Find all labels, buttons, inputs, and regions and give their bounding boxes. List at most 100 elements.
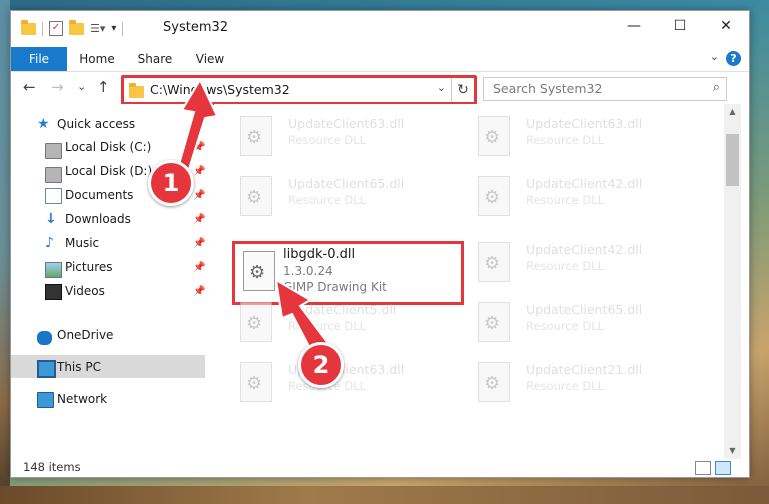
file-description: GIMP Drawing Kit — [283, 280, 387, 294]
pc-icon — [37, 360, 56, 378]
search-input[interactable]: Search System32 — [493, 81, 602, 96]
window-title: System32 — [163, 20, 229, 35]
callout-badge-1: 1 — [148, 160, 194, 206]
file-item[interactable]: UpdateClient21.dll Resource DLL — [464, 354, 694, 408]
address-bar[interactable]: C:\Windows\System32 ⌄ ↻ — [121, 75, 477, 105]
forward-button[interactable]: → — [51, 78, 64, 96]
tab-file[interactable]: File — [11, 47, 67, 71]
file-description: Resource DLL — [288, 319, 367, 333]
dll-file-icon — [240, 362, 272, 402]
navigation-pane: ★ Quick access Local Disk (C:) 📌 Local D… — [11, 104, 205, 459]
file-description: Resource DLL — [526, 193, 605, 207]
navigation-bar: ← → ⌄ ↑ C:\Windows\System32 ⌄ ↻ Search S… — [11, 72, 749, 105]
properties-icon[interactable]: ✓ — [49, 21, 63, 36]
file-description: Resource DLL — [526, 319, 605, 333]
file-description: Resource DLL — [526, 133, 605, 147]
music-icon: ♪ — [45, 235, 54, 251]
large-icons-view-icon[interactable] — [715, 461, 731, 475]
callout-badge-2: 2 — [298, 342, 344, 388]
file-name: UpdateClient63.dll — [288, 116, 405, 131]
videos-icon — [45, 284, 62, 300]
dll-file-icon — [478, 362, 510, 402]
folder-icon — [129, 83, 144, 98]
file-name: libgdk-0.dll — [283, 247, 356, 262]
pin-icon[interactable]: 📌 — [193, 166, 205, 177]
file-item[interactable]: UpdateClient63.dll Resource DLL — [226, 108, 456, 162]
taskbar-edge — [0, 486, 769, 504]
file-item[interactable]: UpdateClient65.dll Resource DLL — [464, 294, 694, 348]
back-button[interactable]: ← — [23, 78, 36, 96]
pin-icon[interactable]: 📌 — [193, 190, 205, 201]
pin-icon[interactable]: 📌 — [193, 142, 205, 153]
dll-file-icon — [478, 302, 510, 342]
toolbar-dropdown-icon[interactable]: ▾ — [111, 23, 116, 34]
recent-locations-button[interactable]: ⌄ — [77, 80, 86, 93]
desktop-background — [0, 0, 10, 504]
toolbar-divider — [42, 21, 43, 36]
scroll-down-icon[interactable]: ▼ — [724, 443, 741, 459]
file-description: Resource DLL — [526, 379, 605, 393]
minimize-button[interactable]: — — [611, 11, 657, 41]
sidebar-item-label: Local Disk (C:) — [65, 140, 152, 154]
file-item[interactable]: UpdateClient42.dll Resource DLL — [464, 234, 694, 288]
sidebar-item-label: OneDrive — [57, 328, 114, 342]
new-folder-icon[interactable] — [69, 19, 84, 35]
quick-access-toolbar: ✓ ☰▾ ▾ — [21, 19, 124, 36]
refresh-button[interactable]: ↻ — [451, 78, 474, 102]
file-item[interactable]: UpdateClient63.dll Resource DLL — [464, 108, 694, 162]
file-description: Resource DLL — [288, 193, 367, 207]
disk-icon — [45, 167, 62, 183]
file-item[interactable]: UpdateClient42.dll Resource DLL — [464, 168, 694, 222]
tab-view[interactable]: View — [187, 47, 233, 71]
status-bar: 148 items — [11, 459, 749, 477]
sidebar-item-label: Documents — [65, 188, 134, 202]
sidebar-item-label: Downloads — [65, 212, 131, 226]
search-box[interactable]: Search System32 ⌕ — [483, 77, 727, 101]
up-button[interactable]: ↑ — [97, 78, 110, 96]
dll-file-icon — [478, 176, 510, 216]
close-button[interactable]: ✕ — [703, 11, 749, 41]
file-name: UpdateClient65.dll — [526, 302, 643, 317]
dll-file-icon — [478, 116, 510, 156]
file-item[interactable]: UpdateClient5.dll Resource DLL — [226, 294, 456, 348]
search-icon[interactable]: ⌕ — [713, 80, 720, 95]
file-name: UpdateClient42.dll — [526, 176, 643, 191]
details-view-icon[interactable] — [695, 461, 711, 475]
file-name: UpdateClient21.dll — [526, 362, 643, 377]
sidebar-item-label: Quick access — [57, 117, 136, 131]
customize-toolbar-icon[interactable]: ☰▾ — [90, 22, 105, 35]
expand-ribbon-icon[interactable]: ⌄ — [710, 50, 719, 63]
documents-icon — [45, 188, 62, 204]
title-bar: ✓ ☰▾ ▾ System32 — ☐ ✕ — [11, 11, 749, 47]
address-dropdown-icon[interactable]: ⌄ — [437, 81, 446, 94]
pin-icon[interactable]: 📌 — [193, 238, 205, 249]
address-path[interactable]: C:\Windows\System32 — [150, 82, 290, 97]
file-description: Resource DLL — [526, 259, 605, 273]
help-icon[interactable]: ? — [726, 51, 741, 66]
pin-icon[interactable]: 📌 — [193, 286, 205, 297]
maximize-button[interactable]: ☐ — [657, 11, 703, 41]
star-icon: ★ — [37, 116, 50, 132]
file-item[interactable]: UpdateClient65.dll Resource DLL — [226, 168, 456, 222]
onedrive-icon — [37, 331, 52, 345]
dll-file-icon — [240, 116, 272, 156]
sidebar-item-label: Network — [57, 392, 108, 406]
file-version: 1.3.0.24 — [283, 264, 333, 278]
file-description: Resource DLL — [288, 133, 367, 147]
sidebar-item-label: Music — [65, 236, 100, 250]
pin-icon[interactable]: 📌 — [193, 262, 205, 273]
dll-file-icon — [478, 242, 510, 282]
tab-home[interactable]: Home — [71, 47, 123, 71]
disk-icon — [45, 143, 62, 159]
scroll-up-icon[interactable]: ▲ — [724, 104, 741, 120]
vertical-scrollbar[interactable]: ▲ ▼ — [724, 104, 741, 459]
pictures-icon — [45, 262, 62, 278]
download-icon: ↓ — [45, 211, 57, 227]
file-name: UpdateClient5.dll — [288, 302, 397, 317]
ribbon-tabs: File Home Share View ⌄ ? — [11, 47, 749, 72]
scroll-thumb[interactable] — [726, 134, 739, 186]
file-explorer-window: ✓ ☰▾ ▾ System32 — ☐ ✕ File Home Share Vi… — [10, 10, 750, 478]
tab-share[interactable]: Share — [129, 47, 181, 71]
pin-icon[interactable]: 📌 — [193, 214, 205, 225]
sidebar-item-label: Local Disk (D:) — [65, 164, 153, 178]
